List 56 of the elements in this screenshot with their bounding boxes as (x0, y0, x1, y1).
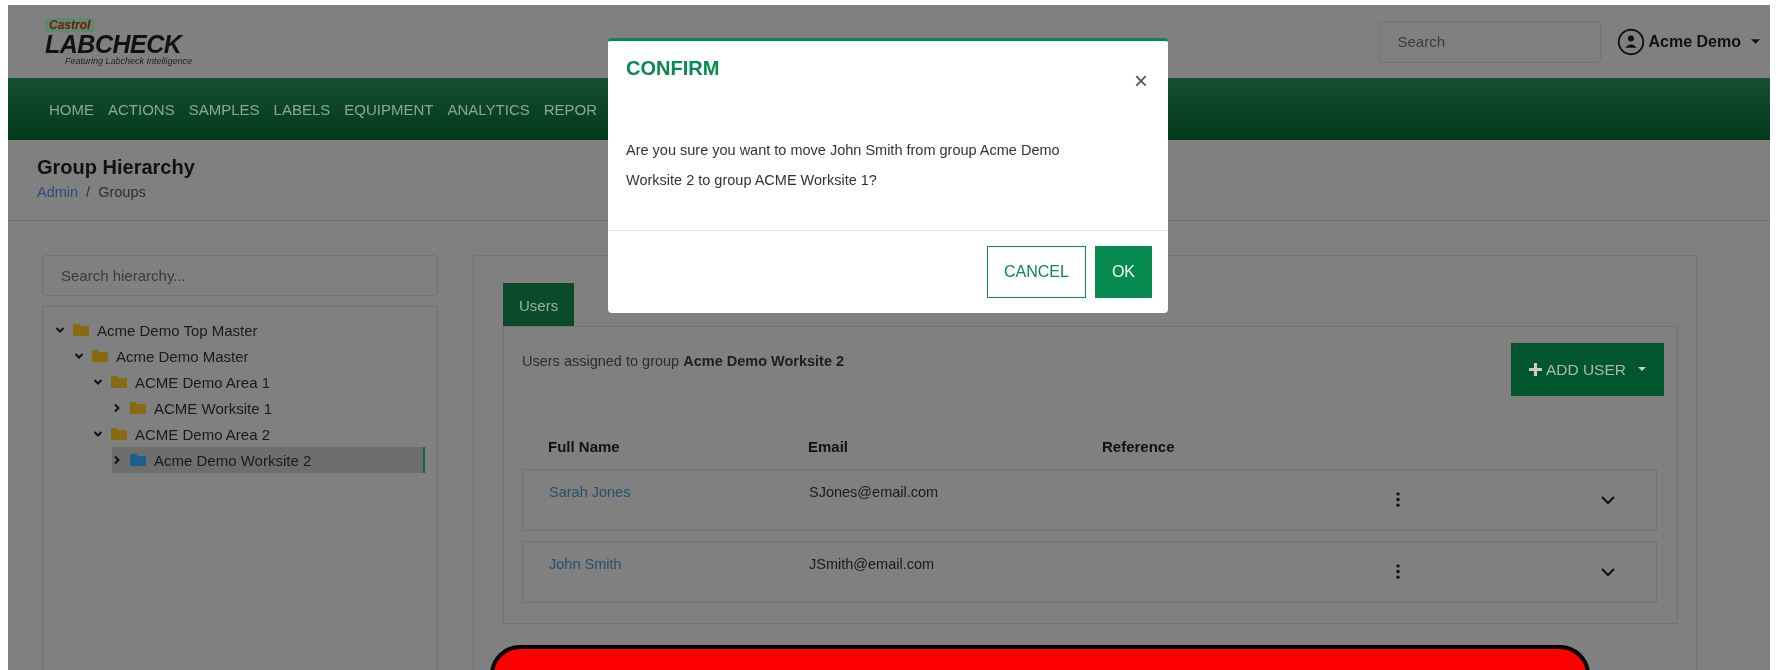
tree-item[interactable]: Acme Demo Worksite 2 (112, 447, 425, 473)
tree-item[interactable]: ACME Demo Area 1 (93, 369, 425, 395)
chevron-down-icon[interactable] (1601, 568, 1615, 576)
breadcrumb-current: Groups (98, 184, 146, 200)
column-header: Email (808, 438, 850, 455)
chevron-right-icon[interactable] (112, 403, 122, 413)
folder-icon (92, 350, 108, 362)
column-header: Reference (1102, 438, 1176, 455)
email-cell-text: JSmith@email.com (809, 556, 936, 572)
ok-button[interactable]: OK (1094, 246, 1152, 298)
nav-link[interactable]: LABELS (273, 100, 331, 118)
chevron-down-icon[interactable] (93, 377, 103, 387)
tree-item[interactable]: Acme Demo Top Master (55, 317, 425, 343)
chevron-down-icon[interactable] (93, 429, 103, 439)
folder-icon (130, 402, 146, 414)
plus-icon (1528, 363, 1542, 376)
nav-link[interactable]: ANALYTICS (447, 100, 530, 118)
labcheck-logo[interactable]: Castrol LABCHECK Featuring Labcheck Intelligence (45, 17, 193, 66)
caret-icon (1751, 38, 1760, 45)
cancel-button[interactable]: CANCEL (986, 246, 1086, 298)
more-options-icon[interactable] (1396, 492, 1400, 507)
nav-link[interactable]: HOME (49, 100, 94, 118)
breadcrumb-link[interactable]: Admin (37, 184, 79, 200)
dialog-message: Are you sure you want to move John Smith from group Acme Demo Worksite 2 to group ACME Worksite 1? (625, 141, 1061, 190)
more-options-icon[interactable] (1396, 564, 1400, 579)
user-menu[interactable]: Acme Demo (1616, 27, 1760, 56)
tree-item[interactable]: Acme Demo Master (74, 343, 425, 369)
group-caption: Users assigned to group Acme Demo Worksite 2 (522, 352, 845, 369)
chevron-down-icon[interactable] (55, 325, 65, 335)
nav-link[interactable]: SAMPLES (188, 100, 260, 118)
tab[interactable]: Users (503, 283, 575, 326)
chevron-down-icon[interactable] (1601, 496, 1615, 504)
dialog-title: CONFIRM (626, 57, 720, 81)
user-name-link[interactable]: Sarah Jones (549, 484, 809, 500)
tree-item[interactable]: ACME Demo Area 2 (93, 421, 425, 447)
user-name-link[interactable]: John Smith (549, 556, 809, 572)
folder-icon (73, 324, 89, 336)
caret-icon (1638, 367, 1646, 372)
search-field[interactable]: Search (1378, 20, 1601, 63)
close-button[interactable]: × (1130, 67, 1152, 95)
tree-item[interactable]: ACME Worksite 1 (112, 395, 425, 421)
folder-icon (111, 428, 127, 440)
user-avatar-icon (1616, 27, 1645, 56)
folder-icon (111, 376, 127, 388)
chevron-down-icon[interactable] (74, 351, 84, 361)
nav-link[interactable]: REPOR (543, 100, 598, 118)
folder-icon (130, 454, 146, 466)
chevron-right-icon[interactable] (112, 455, 122, 465)
add-user-button[interactable]: ADD USER (1510, 343, 1664, 396)
email-cell-text: SJones@email.com (809, 484, 940, 500)
nav-link[interactable]: EQUIPMENT (344, 100, 434, 118)
search-field[interactable]: Search hierarchy... (42, 255, 438, 296)
breadcrumb-separator: / (86, 184, 91, 200)
page-title: Group Hierarchy (37, 156, 195, 179)
nav-link[interactable]: ACTIONS (108, 100, 175, 118)
column-header: Full Name (548, 438, 621, 455)
